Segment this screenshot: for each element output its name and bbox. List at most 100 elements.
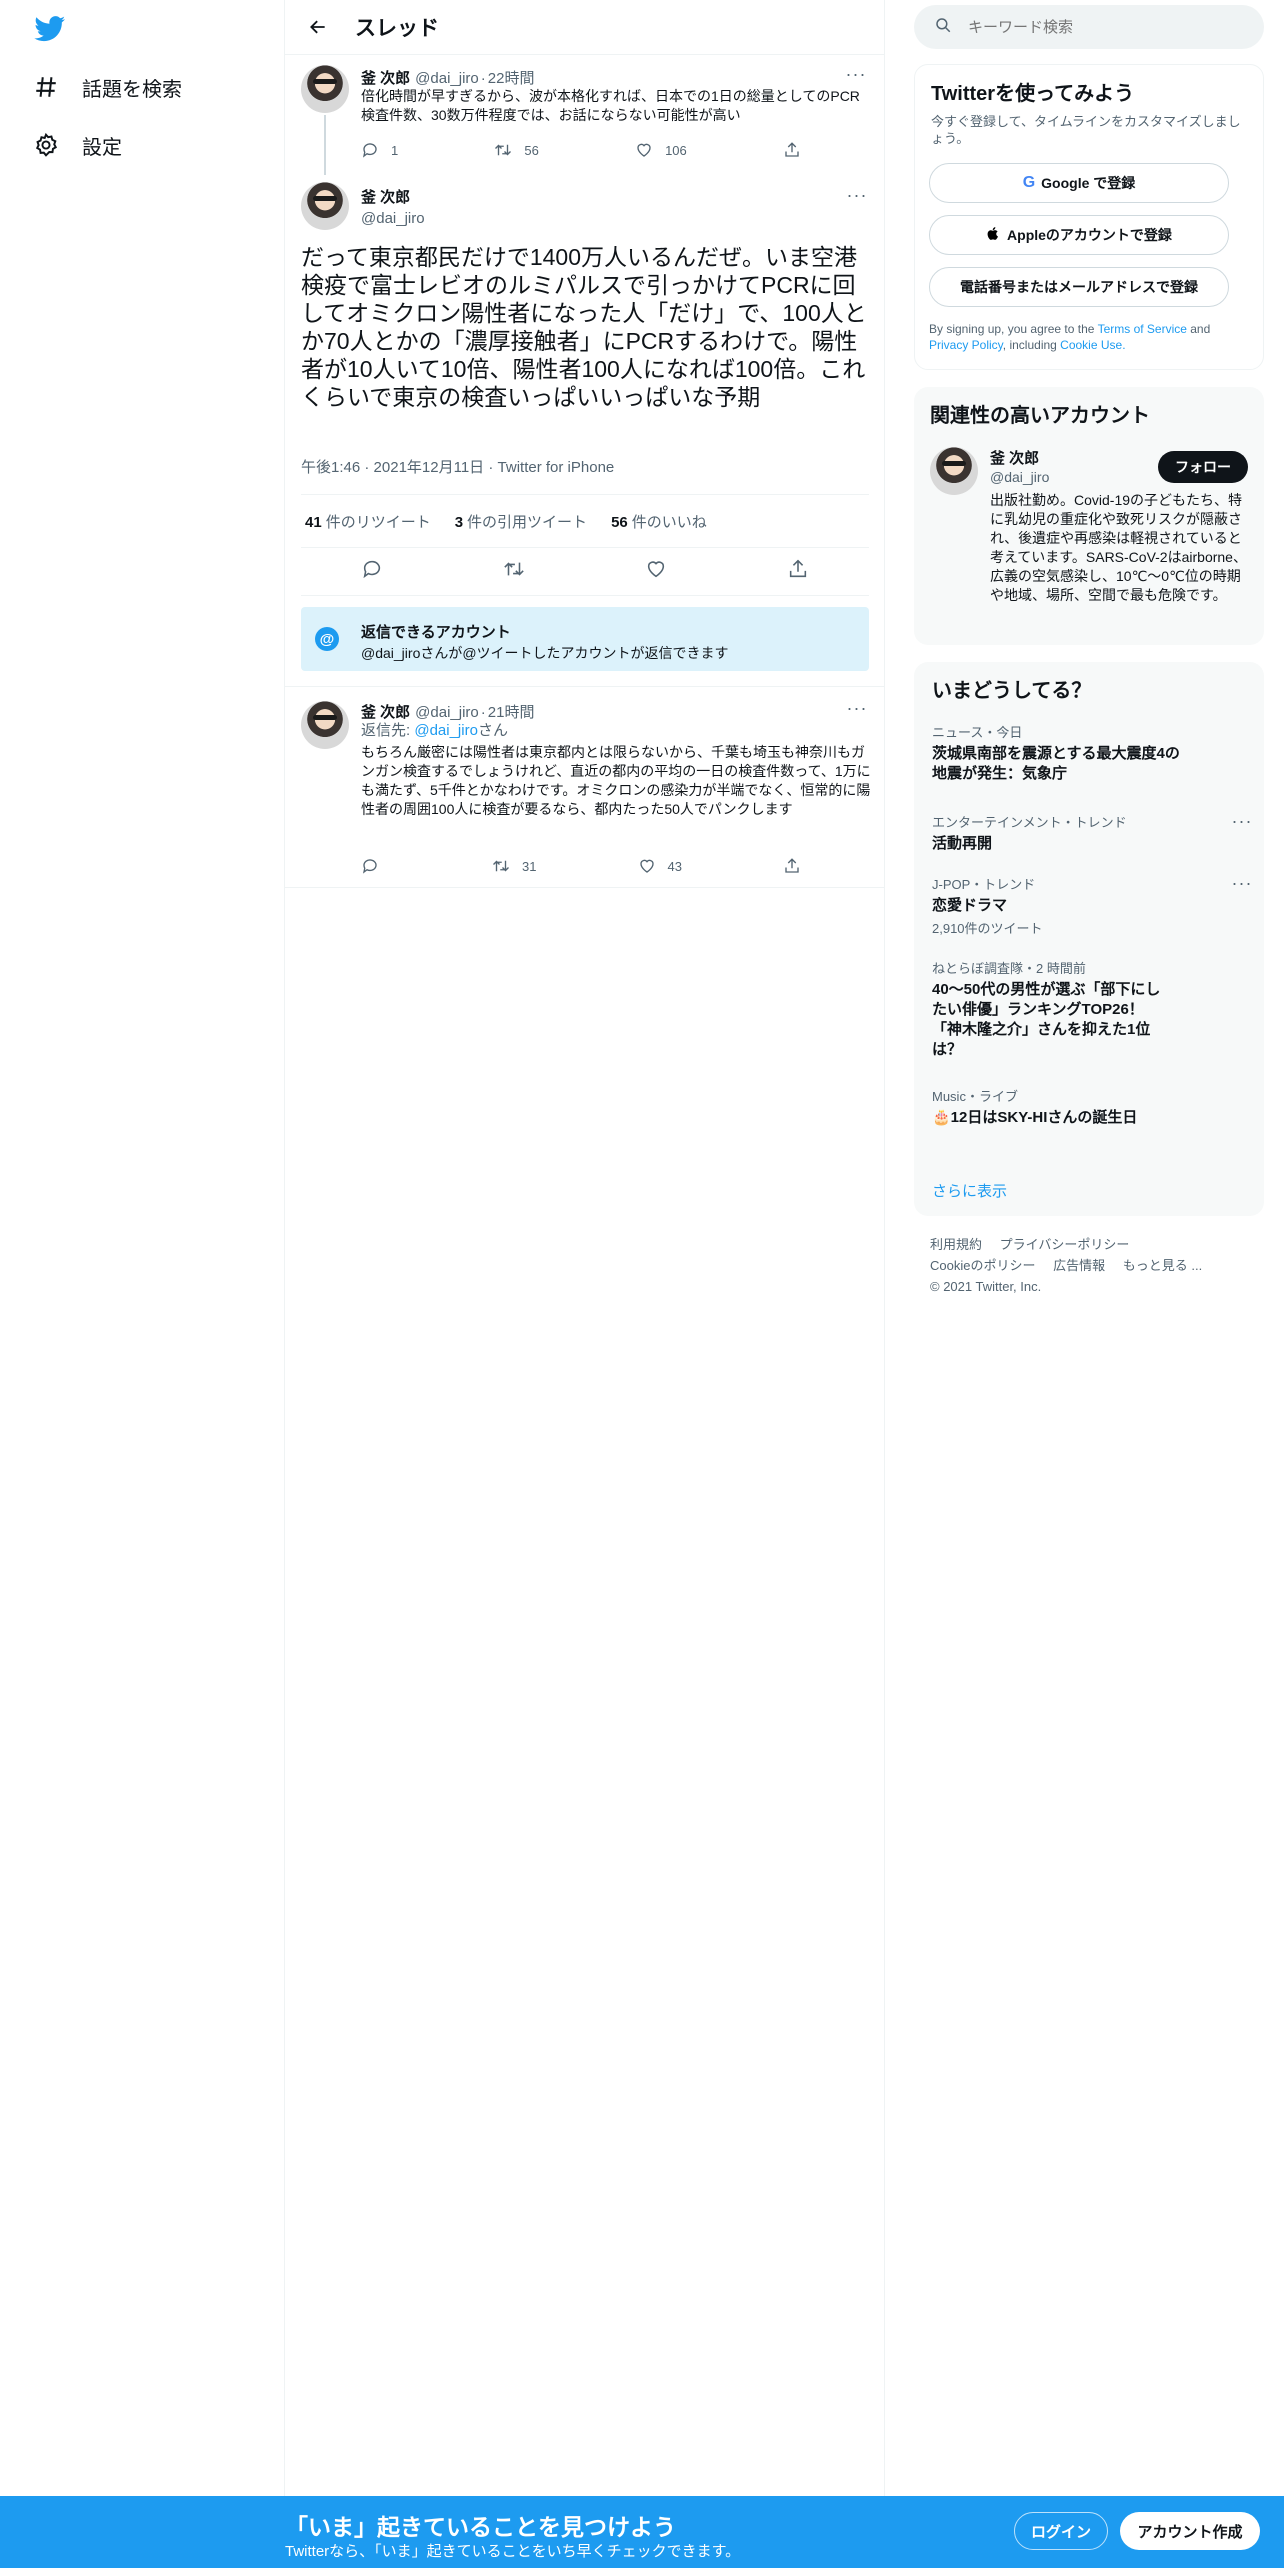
footer-privacy-link[interactable]: プライバシーポリシー (1000, 1237, 1130, 1252)
nav-settings-label: 設定 (82, 136, 122, 159)
author-handle[interactable]: @dai_jiro (415, 70, 479, 87)
trend-count: 2,910件のツイート (932, 921, 1043, 936)
focus-header: 釜 次郎 @dai_jiro (361, 186, 425, 227)
retweet-button[interactable]: 56 (494, 141, 539, 159)
tweet-header: 釜 次郎 @dai_jiro · 22時間 (361, 67, 534, 88)
apple-signup-button[interactable]: Appleのアカウントで登録 (929, 215, 1229, 255)
twitter-logo-icon[interactable] (34, 16, 66, 42)
reply-icon[interactable] (361, 558, 383, 585)
footer-more-link[interactable]: もっと見る ... (1123, 1258, 1202, 1273)
google-signup-button[interactable]: G Google で登録 (929, 163, 1229, 203)
trend-item[interactable]: J-POP・トレンド 恋愛ドラマ 2,910件のツイート (932, 874, 1252, 937)
search-bar[interactable] (914, 5, 1264, 49)
terms-and: and (1186, 322, 1211, 336)
related-handle[interactable]: @dai_jiro (990, 469, 1049, 485)
google-signup-label: Google で登録 (1041, 175, 1136, 191)
share-button[interactable] (783, 857, 801, 875)
reply-button[interactable] (361, 857, 391, 875)
likes-count: 56 (611, 513, 628, 531)
avatar[interactable] (301, 701, 349, 749)
terms-prefix: By signing up, you agree to the (929, 322, 1098, 336)
phone-email-signup-button[interactable]: 電話番号またはメールアドレスで登録 (929, 267, 1229, 307)
related-accounts-panel: 関連性の高いアカウント 釜 次郎 @dai_jiro フォロー 出版社勤め。Co… (914, 387, 1264, 645)
retweets-stat[interactable]: 41 件のリツイート (305, 511, 431, 532)
author-handle[interactable]: @dai_jiro (415, 704, 479, 721)
tweet-stats: 41 件のリツイート 3 件の引用ツイート 56 件のいいね (301, 494, 869, 548)
search-icon (934, 16, 952, 39)
like-button[interactable]: 106 (635, 141, 687, 159)
login-button[interactable]: ログイン (1014, 2512, 1108, 2550)
tweet-client[interactable]: Twitter for iPhone (498, 459, 615, 476)
terms-link[interactable]: Terms of Service (1098, 322, 1187, 336)
follow-button[interactable]: フォロー (1158, 451, 1248, 483)
focus-tweet-text: だって東京都民だけで1400万人いるんだぜ。いま空港検疫で富士レビオのルミパルス… (301, 244, 867, 410)
tweet-text: 倍化時間が早すぎるから、波が本格化すれば、日本での1日の総量としてのPCR検査件… (361, 88, 860, 123)
trend-item[interactable]: ニュース・今日 茨城県南部を震源とする最大震度4の地震が発生：気象庁 (932, 722, 1252, 784)
tweet-time[interactable]: 22時間 (488, 67, 535, 88)
tweet-date[interactable]: 2021年12月11日 (374, 459, 485, 476)
quotes-stat[interactable]: 3 件の引用ツイート (455, 511, 587, 532)
cookie-link[interactable]: Cookie Use. (1060, 338, 1125, 352)
page-title: スレッド (355, 17, 439, 40)
share-icon[interactable] (787, 558, 809, 585)
at-sign-icon: @ (315, 627, 339, 651)
retweet-icon[interactable] (503, 558, 525, 585)
share-button[interactable] (783, 141, 801, 159)
more-options-icon[interactable]: ··· (845, 186, 869, 204)
retweet-icon (495, 144, 512, 156)
privacy-link[interactable]: Privacy Policy (929, 338, 1003, 352)
replying-to-prefix: 返信先: (361, 722, 415, 739)
replying-to-suffix: さん (477, 722, 508, 739)
author-name[interactable]: 釜 次郎 (361, 67, 410, 88)
nav-explore[interactable]: 話題を検索 (32, 70, 182, 104)
tweet-text: もちろん厳密には陽性者は東京都内とは限らないから、千葉も埼玉も神奈川もガンガン検… (361, 744, 871, 817)
trend-category: Music・ライブ (932, 1089, 1018, 1104)
more-options-icon[interactable]: ··· (1230, 874, 1254, 892)
more-options-icon[interactable]: ··· (844, 65, 868, 83)
main-column: スレッド 釜 次郎 @dai_jiro · 22時間 ··· 倍化時間が早すぎる… (285, 0, 885, 2568)
trend-item[interactable]: Music・ライブ 🎂12日はSKY-HIさんの誕生日 (932, 1086, 1252, 1128)
back-arrow-icon[interactable] (301, 10, 335, 44)
search-input[interactable] (968, 18, 1228, 36)
dot-separator: · (480, 704, 486, 721)
reply-button[interactable]: 1 (361, 141, 398, 159)
gear-icon (32, 131, 60, 159)
author-name[interactable]: 釜 次郎 (361, 701, 410, 722)
retweets-count: 41 (305, 513, 322, 531)
like-button[interactable]: 43 (638, 857, 682, 875)
share-icon (785, 858, 799, 873)
reply-tweet[interactable]: 釜 次郎 @dai_jiro · 21時間 ··· 返信先: @dai_jiro… (285, 686, 885, 888)
avatar[interactable] (301, 182, 349, 230)
phone-email-signup-label: 電話番号またはメールアドレスで登録 (960, 279, 1198, 295)
author-name[interactable]: 釜 次郎 (361, 186, 410, 207)
avatar[interactable] (930, 447, 978, 495)
show-more-link[interactable]: さらに表示 (932, 1180, 1007, 1201)
heart-icon[interactable] (645, 558, 667, 585)
tweet-time[interactable]: 午後1:46 (301, 459, 360, 476)
trend-item[interactable]: エンターテインメント・トレンド 活動再開 (932, 812, 1252, 854)
trends-title: いまどうしてる？ (932, 680, 1092, 702)
nav-explore-label: 話題を検索 (82, 78, 182, 101)
signup-button[interactable]: アカウント作成 (1120, 2512, 1260, 2550)
related-name[interactable]: 釜 次郎 (990, 447, 1039, 468)
left-nav: 話題を検索 設定 (0, 0, 285, 2568)
more-options-icon[interactable]: ··· (1230, 812, 1254, 830)
like-count: 106 (665, 142, 687, 158)
avatar[interactable] (301, 65, 349, 113)
reply-restriction-desc: @dai_jiroさんが@ツイートしたアカウントが返信できます (361, 645, 729, 661)
nav-settings[interactable]: 設定 (32, 128, 122, 162)
author-handle[interactable]: @dai_jiro (361, 210, 425, 227)
tweet-time[interactable]: 21時間 (488, 701, 535, 722)
trend-category: ねとらぼ調査隊・2 時間前 (932, 961, 1086, 976)
footer-terms-link[interactable]: 利用規約 (930, 1237, 982, 1252)
likes-stat[interactable]: 56 件のいいね (611, 511, 707, 532)
footer-ads-link[interactable]: 広告情報 (1053, 1258, 1105, 1273)
parent-tweet[interactable]: 釜 次郎 @dai_jiro · 22時間 ··· 倍化時間が早すぎるから、波が… (285, 54, 884, 176)
trend-item[interactable]: ねとらぼ調査隊・2 時間前 40～50代の男性が選ぶ「部下にしたい俳優」ランキン… (932, 958, 1252, 1060)
footer-cookie-link[interactable]: Cookieのポリシー (930, 1258, 1035, 1273)
reply-count: 1 (391, 142, 399, 158)
signup-terms: By signing up, you agree to the Terms of… (929, 321, 1249, 353)
retweet-button[interactable]: 31 (492, 857, 536, 875)
replying-to-handle[interactable]: @dai_jiro (414, 722, 478, 739)
more-options-icon[interactable]: ··· (845, 699, 869, 717)
